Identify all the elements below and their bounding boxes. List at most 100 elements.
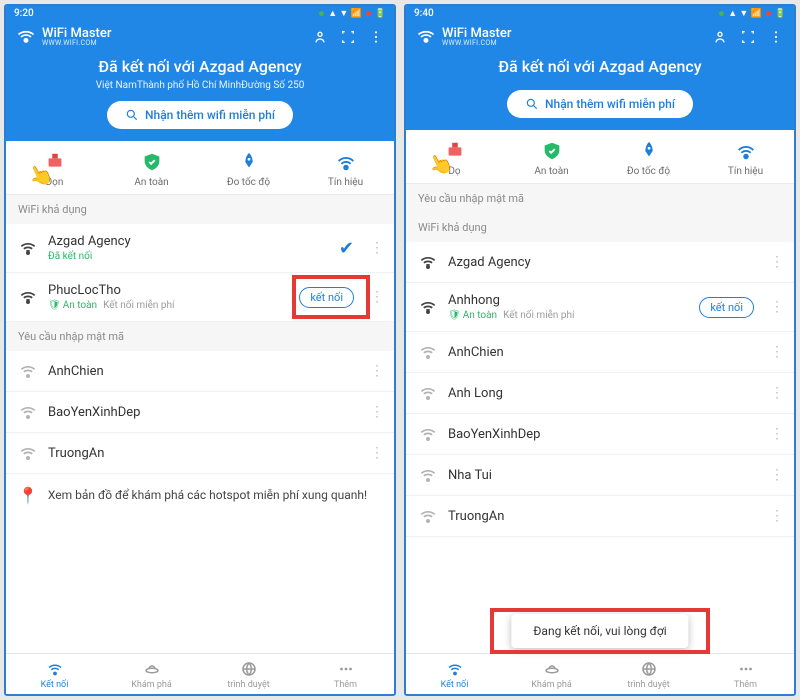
section-available: WiFi khả dụng xyxy=(406,213,794,242)
user-icon[interactable] xyxy=(312,29,328,45)
nav-browser[interactable]: trình duyệt xyxy=(200,660,297,690)
feature-safe[interactable]: An toàn xyxy=(503,140,600,177)
connection-subtitle: Việt NamThành phố Hồ Chí MinhĐường Số 25… xyxy=(22,80,378,91)
search-icon xyxy=(125,108,139,122)
wifi-lock-icon xyxy=(18,443,38,463)
wifi-row[interactable]: AnhChien ⋮ xyxy=(406,332,794,373)
free-wifi-button[interactable]: Nhận thêm wifi miễn phí xyxy=(507,90,693,118)
connect-button[interactable]: kết nối xyxy=(699,297,754,318)
connect-button[interactable]: kết nối xyxy=(299,287,354,308)
feature-safe[interactable]: An toàn xyxy=(103,151,200,188)
wifi-row-anhhong[interactable]: Anhhong 🛡 An toàn Kết nối miễn phí kết n… xyxy=(406,283,794,332)
more-icon[interactable]: ⋮ xyxy=(368,404,386,420)
more-icon[interactable] xyxy=(768,29,784,45)
wifi-row[interactable]: BaoYenXinhDep ⋮ xyxy=(406,414,794,455)
app-subtitle: WWW.WIFI.COM xyxy=(442,40,511,47)
status-bar: 9:20 ▲ ▼ 📶 🔋 xyxy=(6,6,394,21)
wifi-icon xyxy=(46,660,64,678)
nav-more[interactable]: Thêm xyxy=(697,660,794,690)
status-bar: 9:40 ▲ ▼ 📶 🔋 xyxy=(406,6,794,21)
wifi-icon xyxy=(418,297,438,317)
status-icons: ▲ ▼ 📶 🔋 xyxy=(319,8,386,19)
nav-browser[interactable]: trình duyệt xyxy=(600,660,697,690)
more-icon[interactable]: ⋮ xyxy=(368,240,386,256)
shield-icon xyxy=(141,151,163,173)
wifi-row[interactable]: TruongAn ⋮ xyxy=(6,433,394,474)
more-icon[interactable] xyxy=(368,29,384,45)
radar-icon xyxy=(735,140,757,162)
safe-badge: 🛡 An toàn xyxy=(448,310,497,321)
globe-icon xyxy=(240,660,258,678)
feature-clean[interactable]: 👆 Dọ xyxy=(406,140,503,177)
more-icon[interactable]: ⋮ xyxy=(768,467,786,483)
scan-icon[interactable] xyxy=(740,29,756,45)
rocket-icon xyxy=(638,140,660,162)
feature-speed[interactable]: Đo tốc độ xyxy=(600,140,697,177)
app-header: WiFi Master WWW.WIFI.COM Đã kết nối với … xyxy=(406,21,794,130)
feature-row: 👆 Dọn An toàn Đo tốc độ Tín hiệu xyxy=(6,141,394,195)
feature-speed[interactable]: Đo tốc độ xyxy=(200,151,297,188)
wifi-lock-icon xyxy=(18,361,38,381)
wifi-row[interactable]: Azgad Agency ⋮ xyxy=(406,242,794,283)
nav-discover[interactable]: Khám phá xyxy=(503,660,600,690)
status-time: 9:20 xyxy=(14,8,34,19)
search-icon xyxy=(525,97,539,111)
user-icon[interactable] xyxy=(712,29,728,45)
feature-signal[interactable]: Tín hiệu xyxy=(697,140,794,177)
map-pin-icon: 📍 xyxy=(18,486,38,505)
wifi-lock-icon xyxy=(418,383,438,403)
nav-connect[interactable]: Kết nối xyxy=(406,660,503,690)
free-wifi-label: Nhận thêm wifi miễn phí xyxy=(145,108,275,122)
more-dots-icon xyxy=(337,660,355,678)
more-icon[interactable]: ⋮ xyxy=(768,508,786,524)
feature-signal[interactable]: Tín hiệu xyxy=(297,151,394,188)
shield-icon xyxy=(541,140,563,162)
phone-right: 9:40 ▲ ▼ 📶 🔋 WiFi Master WWW.WIFI.COM Đã… xyxy=(404,4,796,696)
connection-title: Đã kết nối với Azgad Agency xyxy=(422,57,778,76)
wifi-lock-icon xyxy=(18,402,38,422)
wifi-logo-icon xyxy=(416,27,436,47)
wifi-lock-icon xyxy=(418,424,438,444)
more-icon[interactable]: ⋮ xyxy=(768,344,786,360)
wifi-row[interactable]: Nha Tui ⋮ xyxy=(406,455,794,496)
connection-title: Đã kết nối với Azgad Agency xyxy=(22,57,378,76)
more-icon[interactable]: ⋮ xyxy=(368,289,386,305)
feature-clean[interactable]: 👆 Dọn xyxy=(6,151,103,188)
scan-icon[interactable] xyxy=(340,29,356,45)
map-hint-row[interactable]: 📍 Xem bản đồ để khám phá các hotspot miễ… xyxy=(6,474,394,517)
header-actions xyxy=(712,29,784,45)
brand: WiFi Master WWW.WIFI.COM xyxy=(416,27,511,47)
wifi-icon xyxy=(418,252,438,272)
app-header: WiFi Master WWW.WIFI.COM Đã kết nối với … xyxy=(6,21,394,141)
wifi-icon xyxy=(18,238,38,258)
wifi-row-azgad[interactable]: Azgad Agency Đã kết nối ✔ ⋮ xyxy=(6,224,394,273)
more-icon[interactable]: ⋮ xyxy=(768,426,786,442)
rocket-icon xyxy=(238,151,260,173)
free-wifi-button[interactable]: Nhận thêm wifi miễn phí xyxy=(107,101,293,129)
wifi-row-phuclocTho[interactable]: PhucLocTho 🛡 An toàn Kết nối miễn phí kế… xyxy=(6,273,394,322)
status-time: 9:40 xyxy=(414,8,434,19)
section-available: WiFi khả dụng xyxy=(6,195,394,224)
more-icon[interactable]: ⋮ xyxy=(368,363,386,379)
wifi-name: PhucLocTho xyxy=(48,283,289,298)
wifi-row[interactable]: AnhChien ⋮ xyxy=(6,351,394,392)
feature-row: 👆 Dọ An toàn Đo tốc độ Tín hiệu xyxy=(406,130,794,184)
more-icon[interactable]: ⋮ xyxy=(768,385,786,401)
nav-discover[interactable]: Khám phá xyxy=(103,660,200,690)
nav-more[interactable]: Thêm xyxy=(297,660,394,690)
more-icon[interactable]: ⋮ xyxy=(368,445,386,461)
globe-icon xyxy=(640,660,658,678)
more-icon[interactable]: ⋮ xyxy=(768,254,786,270)
connecting-toast: Đang kết nối, vui lòng đợi xyxy=(511,614,688,648)
wifi-lock-icon xyxy=(418,465,438,485)
wifi-row[interactable]: TruongAn ⋮ xyxy=(406,496,794,537)
ufo-icon xyxy=(543,660,561,678)
wifi-row[interactable]: Anh Long ⋮ xyxy=(406,373,794,414)
wifi-icon xyxy=(446,660,464,678)
wifi-row[interactable]: BaoYenXinhDep ⋮ xyxy=(6,392,394,433)
nav-connect[interactable]: Kết nối xyxy=(6,660,103,690)
wifi-lock-icon xyxy=(418,506,438,526)
header-actions xyxy=(312,29,384,45)
more-icon[interactable]: ⋮ xyxy=(768,299,786,315)
wifi-icon xyxy=(18,287,38,307)
